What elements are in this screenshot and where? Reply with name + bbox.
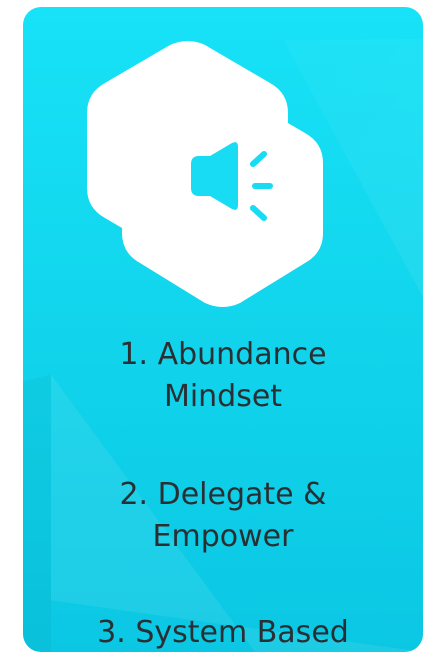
item-2-line-1: 2. Delegate &	[119, 477, 327, 512]
item-1-line-1: 1. Abundance	[119, 337, 327, 372]
list-item: 2. Delegate & Empower	[23, 474, 423, 558]
item-3-line-1: 3. System Based	[97, 615, 349, 650]
principles-list: 1. Abundance Mindset 2. Delegate & Empow…	[23, 0, 423, 660]
item-1-line-2: Mindset	[163, 379, 283, 414]
list-item: 3. System Based	[23, 612, 423, 654]
list-item: 1. Abundance Mindset	[23, 334, 423, 418]
item-2-line-2: Empower	[152, 519, 294, 554]
